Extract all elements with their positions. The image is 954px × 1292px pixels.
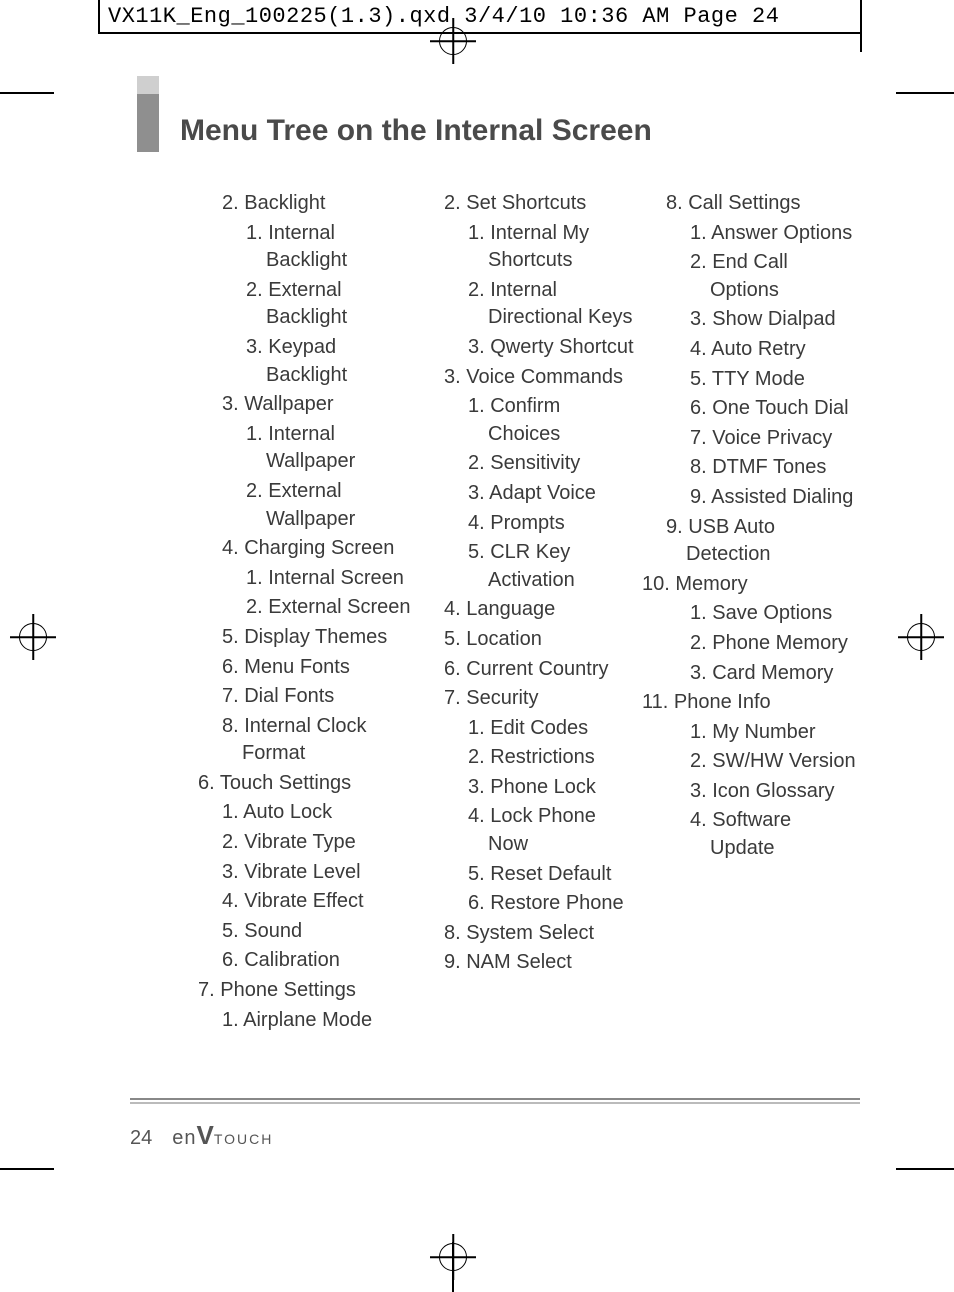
crop-mark — [896, 92, 954, 94]
menu-item: 3. Voice Commands — [440, 364, 636, 392]
menu-item: 1. Answer Options — [662, 220, 858, 248]
menu-item: 1. Airplane Mode — [218, 1007, 414, 1035]
page-number: 24 — [130, 1127, 152, 1150]
registration-mark-icon — [430, 18, 476, 64]
menu-tree-columns: 2. Backlight1. Internal Backlight2. Exte… — [198, 188, 858, 1034]
menu-item: 5. Sound — [218, 918, 414, 946]
menu-item: 7. Security — [440, 685, 636, 713]
menu-item: 8. System Select — [440, 920, 636, 948]
menu-column: 2. Backlight1. Internal Backlight2. Exte… — [198, 188, 414, 1034]
menu-item: 6. Calibration — [218, 947, 414, 975]
menu-item: 7. Phone Settings — [218, 977, 414, 1005]
menu-item: 5. Reset Default — [440, 861, 636, 889]
menu-item: 9. USB Auto Detection — [662, 514, 858, 569]
menu-item: 3. Show Dialpad — [662, 306, 858, 334]
menu-item: 2. Set Shortcuts — [440, 190, 636, 218]
menu-item: 4. Language — [440, 596, 636, 624]
menu-item: 1. Internal My Shortcuts — [440, 220, 636, 275]
menu-item: 3. Qwerty Shortcut — [440, 334, 636, 362]
header-rule-right — [860, 0, 862, 52]
menu-item: 2. Sensitivity — [440, 450, 636, 478]
page-footer: 24 enVTOUCH — [130, 1120, 273, 1151]
menu-item: 1. Internal Screen — [218, 565, 414, 593]
menu-item: 4. Prompts — [440, 510, 636, 538]
menu-item: 3. Phone Lock — [440, 774, 636, 802]
menu-item: 1. Save Options — [662, 600, 858, 628]
crop-mark — [896, 1168, 954, 1170]
menu-item: 5. Display Themes — [218, 624, 414, 652]
menu-item: 8. DTMF Tones — [662, 454, 858, 482]
brand-v: V — [197, 1120, 214, 1150]
menu-item: 6. Touch Settings — [218, 770, 414, 798]
menu-item: 2. External Wallpaper — [218, 478, 414, 533]
menu-item: 1. Internal Backlight — [218, 220, 414, 275]
menu-item: 4. Charging Screen — [218, 535, 414, 563]
menu-item: 2. External Screen — [218, 594, 414, 622]
crop-mark — [0, 92, 54, 94]
menu-item: 3. Icon Glossary — [662, 778, 858, 806]
menu-item: 5. Location — [440, 626, 636, 654]
menu-column: 8. Call Settings1. Answer Options2. End … — [642, 188, 858, 1034]
menu-item: 11. Phone Info — [662, 689, 858, 717]
header-rule-horizontal — [98, 32, 862, 34]
menu-item: 5. CLR Key Activation — [440, 539, 636, 594]
brand-touch: TOUCH — [214, 1131, 274, 1147]
header-rule-vertical — [98, 0, 100, 32]
page-title: Menu Tree on the Internal Screen — [180, 114, 652, 148]
menu-item: 1. My Number — [662, 719, 858, 747]
menu-item: 2. Phone Memory — [662, 630, 858, 658]
registration-mark-icon — [898, 614, 944, 660]
menu-item: 3. Wallpaper — [218, 391, 414, 419]
menu-item: 7. Dial Fonts — [218, 683, 414, 711]
menu-item: 4. Auto Retry — [662, 336, 858, 364]
crop-mark — [0, 1168, 54, 1170]
menu-item: 4. Vibrate Effect — [218, 888, 414, 916]
menu-item: 8. Call Settings — [662, 190, 858, 218]
menu-item: 3. Keypad Backlight — [218, 334, 414, 389]
menu-item: 2. End Call Options — [662, 249, 858, 304]
menu-item: 1. Confirm Choices — [440, 393, 636, 448]
footer-rule — [130, 1098, 860, 1100]
menu-item: 6. Current Country — [440, 656, 636, 684]
title-accent-bar — [137, 94, 159, 152]
menu-column: 2. Set Shortcuts1. Internal My Shortcuts… — [420, 188, 636, 1034]
menu-item: 5. TTY Mode — [662, 366, 858, 394]
menu-item: 3. Vibrate Level — [218, 859, 414, 887]
footer-rule — [130, 1102, 860, 1104]
registration-mark-icon — [10, 614, 56, 660]
crop-mark — [452, 1242, 454, 1292]
menu-item: 2. Restrictions — [440, 744, 636, 772]
menu-item: 2. Vibrate Type — [218, 829, 414, 857]
menu-item: 2. Internal Directional Keys — [440, 277, 636, 332]
menu-item: 1. Edit Codes — [440, 715, 636, 743]
menu-item: 9. NAM Select — [440, 949, 636, 977]
menu-item: 7. Voice Privacy — [662, 425, 858, 453]
brand-logo: enVTOUCH — [172, 1120, 273, 1151]
menu-item: 6. Restore Phone — [440, 890, 636, 918]
menu-item: 6. Menu Fonts — [218, 654, 414, 682]
menu-item: 6. One Touch Dial — [662, 395, 858, 423]
menu-item: 9. Assisted Dialing — [662, 484, 858, 512]
page: VX11K_Eng_100225(1.3).qxd 3/4/10 10:36 A… — [0, 0, 954, 1292]
menu-item: 2. SW/HW Version — [662, 748, 858, 776]
menu-item: 1. Auto Lock — [218, 799, 414, 827]
menu-item: 3. Card Memory — [662, 660, 858, 688]
brand-en: en — [172, 1127, 196, 1149]
menu-item: 4. Software Update — [662, 807, 858, 862]
menu-item: 10. Memory — [662, 571, 858, 599]
menu-item: 2. External Backlight — [218, 277, 414, 332]
menu-item: 2. Backlight — [218, 190, 414, 218]
menu-item: 8. Internal Clock Format — [218, 713, 414, 768]
menu-item: 4. Lock Phone Now — [440, 803, 636, 858]
menu-item: 3. Adapt Voice — [440, 480, 636, 508]
menu-item: 1. Internal Wallpaper — [218, 421, 414, 476]
